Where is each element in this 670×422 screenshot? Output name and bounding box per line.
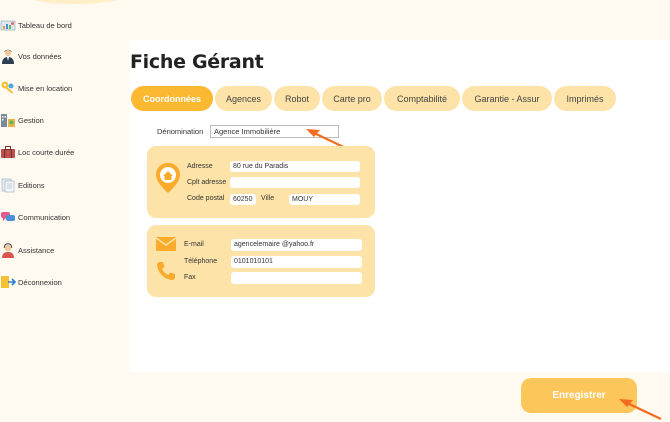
denomination-label: Dénomination — [157, 127, 204, 136]
decorative-blob — [25, 0, 125, 4]
page-title: Fiche Gérant — [130, 51, 264, 73]
adresse-input[interactable]: 80 rue du Paradis — [230, 161, 360, 172]
fax-input[interactable] — [231, 272, 362, 284]
sidebar-item-vos-donnees[interactable]: Vos données — [0, 46, 61, 66]
sidebar-item-label: Communication — [18, 212, 71, 222]
cplt-adresse-label: Cplt adresse — [187, 179, 227, 186]
support-icon — [0, 242, 16, 258]
tab-coordonnees[interactable]: Coordonnées — [131, 86, 213, 111]
logout-icon — [0, 274, 16, 290]
chat-icon — [0, 209, 16, 225]
email-input[interactable]: agencelemaire @yahoo.fr — [231, 239, 362, 251]
dashboard-icon — [0, 17, 16, 33]
sidebar-item-editions[interactable]: Editions — [0, 175, 45, 195]
sidebar-item-mise-en-location[interactable]: Mise en location — [0, 78, 72, 98]
sidebar: Tableau de bord Vos données Mise en loca… — [0, 0, 128, 422]
telephone-input[interactable]: 0101010101 — [231, 256, 362, 268]
sidebar-item-label: Déconnexion — [18, 277, 62, 287]
telephone-label: Téléphone — [184, 258, 218, 265]
tab-robot[interactable]: Robot — [274, 86, 320, 111]
sidebar-item-tableau-de-bord[interactable]: Tableau de bord — [0, 15, 72, 35]
sidebar-item-assistance[interactable]: Assistance — [0, 240, 54, 260]
tab-comptabilite[interactable]: Comptabilité — [384, 86, 460, 111]
code-postal-label: Code postal — [187, 195, 225, 202]
home-pin-icon — [155, 162, 181, 199]
sidebar-item-gestion[interactable]: Gestion — [0, 110, 44, 130]
envelope-icon — [155, 237, 177, 256]
sidebar-item-loc-courte-duree[interactable]: Loc courte durée — [0, 142, 74, 162]
annotation-arrow-icon — [619, 399, 662, 420]
sidebar-item-label: Mise en location — [18, 83, 73, 93]
suitcase-icon — [0, 144, 16, 160]
phone-icon — [156, 261, 176, 286]
email-label: E-mail — [184, 241, 204, 248]
cplt-adresse-input[interactable] — [230, 177, 360, 188]
tab-agences[interactable]: Agences — [215, 86, 272, 111]
sidebar-item-label: Editions — [18, 180, 45, 190]
sidebar-item-communication[interactable]: Communication — [0, 207, 70, 227]
sidebar-item-label: Loc courte durée — [18, 147, 75, 157]
tab-imprimes[interactable]: Imprimés — [554, 86, 616, 111]
tab-garantie-assur[interactable]: Garantie - Assur — [462, 86, 552, 111]
sidebar-item-label: Vos données — [18, 51, 62, 61]
ville-input[interactable]: MOUY — [289, 194, 360, 205]
ville-label: Ville — [261, 195, 275, 202]
sidebar-item-label: Gestion — [18, 115, 44, 125]
buildings-icon — [0, 112, 16, 128]
sidebar-item-deconnexion[interactable]: Déconnexion — [0, 272, 62, 292]
person-icon — [0, 48, 16, 64]
fax-label: Fax — [184, 274, 196, 281]
sidebar-item-label: Assistance — [18, 245, 55, 255]
sidebar-item-label: Tableau de bord — [18, 20, 72, 30]
adresse-label: Adresse — [187, 163, 213, 170]
documents-icon — [0, 177, 16, 193]
tab-carte-pro[interactable]: Carte pro — [322, 86, 382, 111]
keys-icon — [0, 80, 16, 96]
code-postal-input[interactable]: 60250 — [230, 194, 256, 205]
